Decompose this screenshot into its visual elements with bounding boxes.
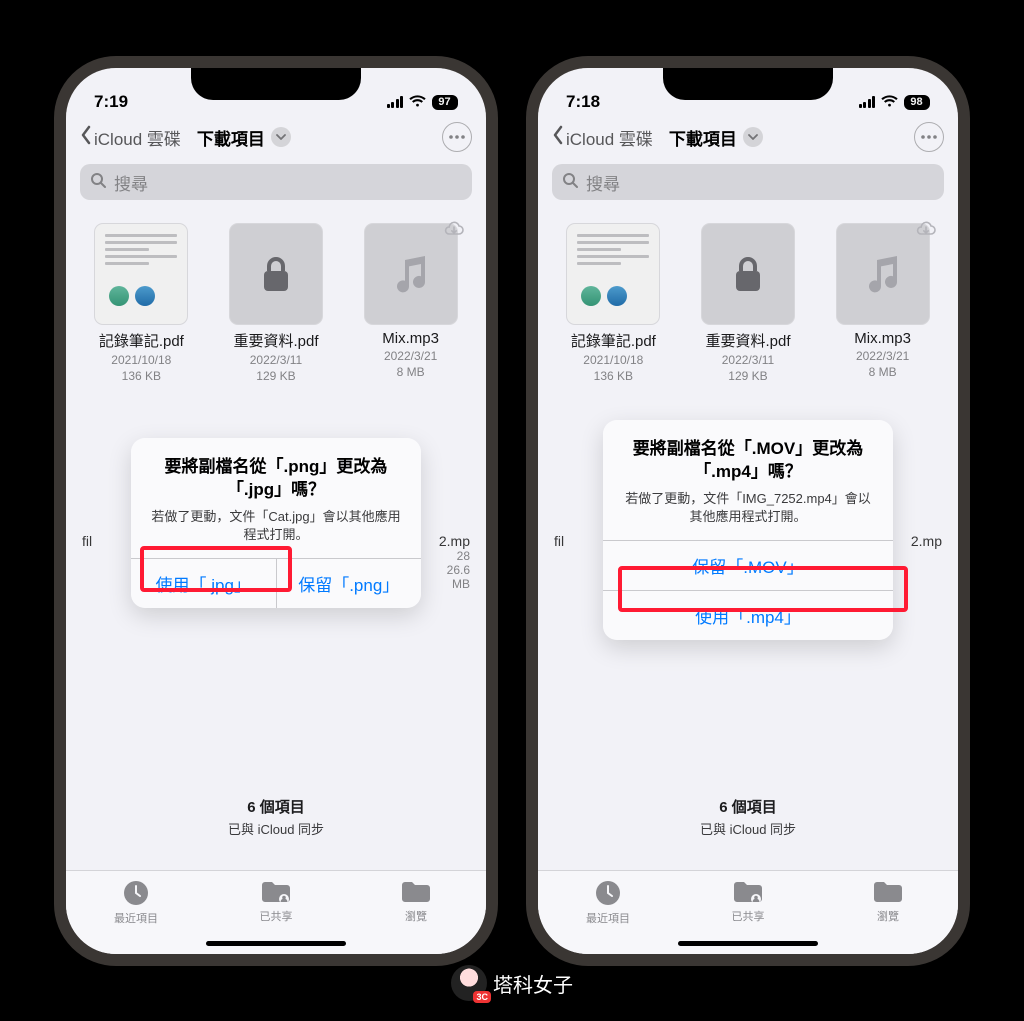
search-input[interactable]: 搜尋: [552, 164, 944, 200]
watermark: 3C 塔科女子: [451, 965, 573, 1001]
alert-title: 要將副檔名從「.png」更改為「.jpg」嗎？: [149, 456, 403, 502]
file-item-1[interactable]: 重要資料.pdf 2022/3/11 129 KB: [214, 224, 338, 383]
file-size: 136 KB: [79, 369, 203, 383]
file-item-0[interactable]: 記錄筆記.pdf 2021/10/18 136 KB: [551, 224, 675, 383]
back-button[interactable]: iCloud 雲碟: [552, 125, 653, 150]
alert-buttons: 保留「.MOV」使用「.mp4」: [603, 540, 893, 640]
battery-indicator: 97: [432, 95, 458, 110]
back-label: iCloud 雲碟: [94, 125, 181, 150]
alert-message: 若做了更動，文件「Cat.jpg」會以其他應用程式打開。: [149, 508, 403, 544]
file-date: 2021/10/18: [551, 353, 675, 367]
file-name: 重要資料.pdf: [686, 330, 810, 351]
item-count: 6 個項目: [66, 796, 486, 817]
sync-status: 已與 iCloud 同步: [66, 819, 486, 838]
alert-message: 若做了更動，文件「IMG_7252.mp4」會以其他應用程式打開。: [621, 490, 875, 526]
tab-recents[interactable]: 最近項目: [563, 879, 653, 926]
home-indicator: [678, 941, 818, 946]
tab-browse[interactable]: 瀏覽: [371, 879, 461, 924]
back-label: iCloud 雲碟: [566, 125, 653, 150]
file-name: Mix.mp3: [349, 330, 473, 347]
file-item-0[interactable]: 記錄筆記.pdf 2021/10/18 136 KB: [79, 224, 203, 383]
sync-status: 已與 iCloud 同步: [538, 819, 958, 838]
item-count: 6 個項目: [538, 796, 958, 817]
rename-extension-alert: 要將副檔名從「.png」更改為「.jpg」嗎？ 若做了更動，文件「Cat.jpg…: [131, 438, 421, 608]
status-time: 7:19: [94, 92, 128, 112]
folder-summary: 6 個項目 已與 iCloud 同步: [66, 796, 486, 838]
file-name: 記錄筆記.pdf: [79, 330, 203, 351]
tab-bar: 最近項目 已共享 瀏覽: [538, 870, 958, 954]
home-indicator: [206, 941, 346, 946]
alert-button-1[interactable]: 使用「.mp4」: [603, 590, 893, 640]
search-placeholder: 搜尋: [586, 170, 620, 195]
more-button[interactable]: [442, 122, 472, 152]
folder-summary: 6 個項目 已與 iCloud 同步: [538, 796, 958, 838]
file-thumbnail-audio: [837, 224, 929, 324]
rename-extension-alert: 要將副檔名從「.MOV」更改為「.mp4」嗎？ 若做了更動，文件「IMG_725…: [603, 420, 893, 640]
file-item-2[interactable]: Mix.mp3 2022/3/21 8 MB: [349, 224, 473, 383]
page-title: 下載項目: [669, 125, 737, 150]
watermark-text: 塔科女子: [493, 969, 573, 998]
alert-button-0[interactable]: 保留「.MOV」: [603, 541, 893, 590]
file-size: 129 KB: [686, 369, 810, 383]
signal-icon: [859, 96, 876, 108]
back-button[interactable]: iCloud 雲碟: [80, 125, 181, 150]
search-input[interactable]: 搜尋: [80, 164, 472, 200]
watermark-avatar: 3C: [451, 965, 487, 1001]
file-thumbnail-locked: [702, 224, 794, 324]
title-dropdown[interactable]: [271, 127, 291, 147]
file-date: 2022/3/11: [686, 353, 810, 367]
file-date: 2022/3/21: [349, 349, 473, 363]
signal-icon: [387, 96, 404, 108]
notch: [663, 68, 833, 100]
file-date: 2021/10/18: [79, 353, 203, 367]
watermark-badge: 3C: [473, 991, 491, 1003]
more-button[interactable]: [914, 122, 944, 152]
alert-title: 要將副檔名從「.MOV」更改為「.mp4」嗎？: [621, 438, 875, 484]
file-size: 136 KB: [551, 369, 675, 383]
search-icon: [562, 172, 578, 193]
file-thumbnail-audio: [365, 224, 457, 324]
file-name: Mix.mp3: [821, 330, 945, 347]
nav-bar: iCloud 雲碟 下載項目: [538, 116, 958, 160]
title-dropdown[interactable]: [743, 127, 763, 147]
wifi-icon: [409, 92, 426, 112]
cloud-download-icon: [915, 220, 937, 241]
wifi-icon: [881, 92, 898, 112]
nav-bar: iCloud 雲碟 下載項目: [66, 116, 486, 160]
file-size: 129 KB: [214, 369, 338, 383]
chevron-left-icon: [80, 125, 92, 150]
tab-bar: 最近項目 已共享 瀏覽: [66, 870, 486, 954]
phone-0: 7:19 97 iCloud 雲碟 下載項目: [54, 56, 498, 966]
file-item-1[interactable]: 重要資料.pdf 2022/3/11 129 KB: [686, 224, 810, 383]
notch: [191, 68, 361, 100]
file-thumbnail-locked: [230, 224, 322, 324]
search-placeholder: 搜尋: [114, 170, 148, 195]
tab-shared[interactable]: 已共享: [231, 879, 321, 924]
chevron-left-icon: [552, 125, 564, 150]
cloud-download-icon: [443, 220, 465, 241]
page-title: 下載項目: [197, 125, 265, 150]
battery-indicator: 98: [904, 95, 930, 110]
alert-button-0[interactable]: 使用「.jpg」: [131, 559, 276, 608]
status-time: 7:18: [566, 92, 600, 112]
phone-1: 7:18 98 iCloud 雲碟 下載項目: [526, 56, 970, 966]
tab-shared[interactable]: 已共享: [703, 879, 793, 924]
search-icon: [90, 172, 106, 193]
alert-button-1[interactable]: 保留「.png」: [276, 559, 422, 608]
tab-recents[interactable]: 最近項目: [91, 879, 181, 926]
file-name: 記錄筆記.pdf: [551, 330, 675, 351]
file-date: 2022/3/21: [821, 349, 945, 363]
tab-browse[interactable]: 瀏覽: [843, 879, 933, 924]
file-date: 2022/3/11: [214, 353, 338, 367]
file-thumbnail-document: [95, 224, 187, 324]
file-item-2[interactable]: Mix.mp3 2022/3/21 8 MB: [821, 224, 945, 383]
alert-buttons: 使用「.jpg」保留「.png」: [131, 558, 421, 608]
file-size: 8 MB: [349, 365, 473, 379]
file-name: 重要資料.pdf: [214, 330, 338, 351]
file-size: 8 MB: [821, 365, 945, 379]
file-thumbnail-document: [567, 224, 659, 324]
